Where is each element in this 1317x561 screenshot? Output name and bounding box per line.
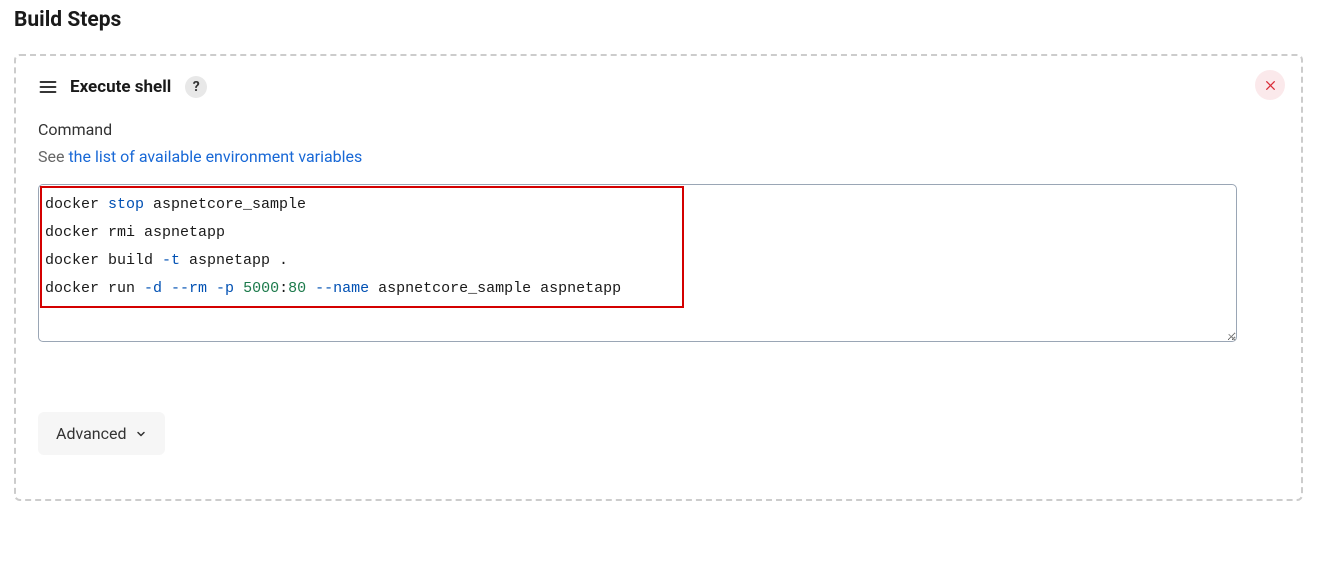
code-token: docker rmi aspnetapp (45, 224, 225, 241)
env-vars-link[interactable]: the list of available environment variab… (68, 147, 362, 166)
advanced-button[interactable]: Advanced (38, 412, 165, 455)
code-token: -t (162, 252, 189, 269)
code-line: docker build -t aspnetapp . (45, 247, 1228, 275)
code-token: 5000 (243, 280, 279, 297)
advanced-label: Advanced (56, 424, 127, 443)
code-line: docker stop aspnetcore_sample (45, 191, 1228, 219)
drag-handle-icon[interactable] (38, 77, 58, 97)
code-token: aspnetcore_sample aspnetapp (378, 280, 621, 297)
help-prefix: See (38, 147, 68, 166)
step-header: Execute shell ? (38, 76, 1279, 98)
code-token: -d --rm -p (144, 280, 243, 297)
code-token: docker run (45, 280, 144, 297)
code-token: --name (306, 280, 378, 297)
step-name: Execute shell (70, 77, 171, 97)
code-token: docker (45, 196, 108, 213)
code-line: docker run -d --rm -p 5000:80 --name asp… (45, 275, 1228, 303)
command-textarea[interactable]: docker stop aspnetcore_sampledocker rmi … (39, 185, 1236, 341)
delete-step-button[interactable] (1255, 70, 1285, 100)
code-token: stop (108, 196, 153, 213)
code-token: 80 (288, 280, 306, 297)
help-icon[interactable]: ? (185, 76, 207, 98)
command-help: See the list of available environment va… (38, 147, 1279, 166)
section-title: Build Steps (14, 8, 1303, 32)
code-token: : (279, 280, 288, 297)
command-textarea-wrap: docker stop aspnetcore_sampledocker rmi … (38, 184, 1237, 342)
chevron-down-icon (135, 428, 147, 440)
code-line: docker rmi aspnetapp (45, 219, 1228, 247)
code-token: aspnetcore_sample (153, 196, 306, 213)
build-step-card: Execute shell ? Command See the list of … (14, 54, 1303, 501)
command-label: Command (38, 120, 1279, 139)
code-token: aspnetapp . (189, 252, 288, 269)
code-token: docker build (45, 252, 162, 269)
